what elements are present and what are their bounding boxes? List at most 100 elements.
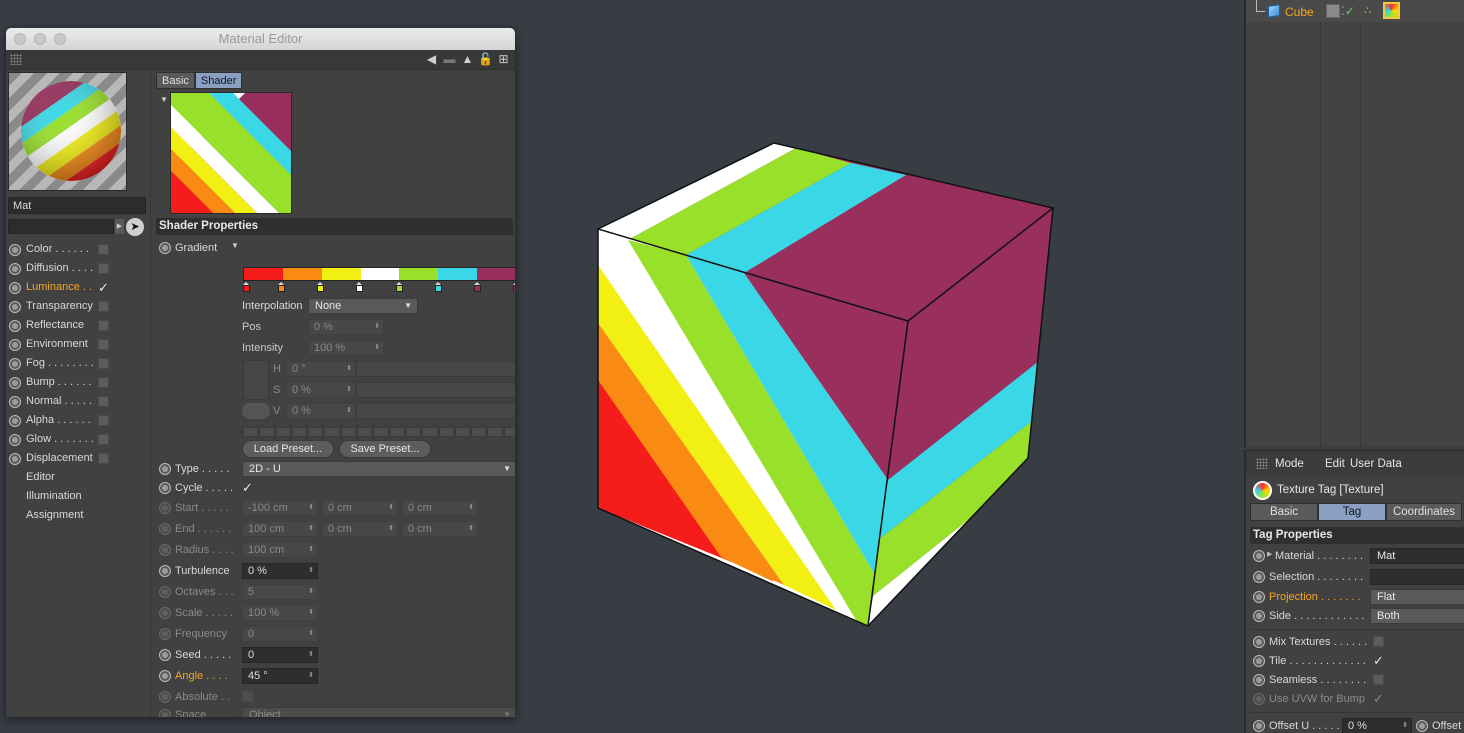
gradient-knot[interactable]	[395, 282, 403, 292]
material-preview[interactable]	[8, 72, 127, 191]
material-name-field[interactable]: Mat	[8, 197, 146, 214]
v-field[interactable]: 0 % ⬍	[286, 403, 356, 419]
selection-field[interactable]	[1370, 569, 1464, 585]
frequency-field[interactable]: 0 ⬍	[242, 626, 318, 642]
intensity-field[interactable]: 100 % ⬍	[308, 340, 384, 356]
mix-textures-keyframe-radio[interactable]	[1253, 636, 1265, 648]
offset-u-field[interactable]: 0 % ⬍	[1342, 718, 1412, 733]
projection-dropdown[interactable]: Flat	[1370, 589, 1464, 605]
cursor-arrow-icon[interactable]: ▲	[460, 52, 475, 67]
frequency-keyframe-radio[interactable]	[159, 628, 171, 640]
visibility-check-icon[interactable]: ⁚✓	[1341, 4, 1355, 18]
forward-arrow-icon[interactable]: ▬	[442, 52, 457, 67]
octaves-keyframe-radio[interactable]	[159, 586, 171, 598]
s-field[interactable]: 0 % ⬍	[286, 382, 356, 398]
channel-item[interactable]: Reflectance	[6, 317, 151, 336]
channel-checkbox[interactable]	[98, 434, 109, 445]
start-z-field[interactable]: 0 cm ⬍	[402, 500, 478, 516]
color-swatch-cell[interactable]	[454, 427, 471, 437]
start-y-field[interactable]: 0 cm ⬍	[322, 500, 398, 516]
color-swatch-cell[interactable]	[340, 427, 357, 437]
absolute-checkbox[interactable]	[242, 691, 253, 702]
space-dropdown[interactable]: Object ▼	[242, 707, 515, 717]
channel-checkbox[interactable]	[98, 453, 109, 464]
tile-keyframe-radio[interactable]	[1253, 655, 1265, 667]
gradient-knot[interactable]	[356, 282, 364, 292]
gradient-knot[interactable]	[243, 282, 250, 292]
load-preset-button[interactable]: Load Preset...	[242, 440, 334, 458]
gradient-knot[interactable]	[434, 282, 442, 292]
object-name[interactable]: Cube	[1285, 5, 1314, 19]
color-swatch-cell[interactable]	[357, 427, 373, 437]
channel-checkbox[interactable]	[98, 244, 109, 255]
color-swatch-cell[interactable]	[259, 427, 275, 437]
end-z-field[interactable]: 0 cm ⬍	[402, 521, 478, 537]
channel-item[interactable]: Glow . . . . . . .	[6, 431, 151, 450]
color-swatch-cell[interactable]	[389, 427, 405, 437]
tab-tag[interactable]: Tag	[1318, 503, 1386, 521]
color-swatch-cell[interactable]	[422, 427, 438, 437]
offset-u-keyframe-radio[interactable]	[1253, 720, 1265, 732]
type-keyframe-radio[interactable]	[159, 463, 171, 475]
channel-item[interactable]: Environment	[6, 336, 151, 355]
seamless-checkbox[interactable]	[1373, 674, 1384, 685]
save-preset-button[interactable]: Save Preset...	[339, 440, 431, 458]
grip-icon[interactable]	[10, 54, 22, 65]
end-x-field[interactable]: 100 cm ⬍	[242, 521, 318, 537]
channel-item[interactable]: Transparency	[6, 298, 151, 317]
radius-field[interactable]: 100 cm ⬍	[242, 542, 318, 558]
scale-field[interactable]: 100 % ⬍	[242, 605, 318, 621]
new-panel-icon[interactable]: ⊞	[496, 52, 511, 67]
side-keyframe-radio[interactable]	[1253, 610, 1265, 622]
channel-checkbox[interactable]	[98, 415, 109, 426]
channel-radio[interactable]	[9, 434, 21, 446]
mix-textures-checkbox[interactable]	[1373, 636, 1384, 647]
channel-checkbox[interactable]	[98, 377, 109, 388]
texture-tag-icon[interactable]	[1383, 2, 1400, 19]
turbulence-field[interactable]: 0 % ⬍	[242, 563, 318, 579]
scale-keyframe-radio[interactable]	[159, 607, 171, 619]
channel-checkbox[interactable]	[98, 339, 109, 350]
menu-user-data[interactable]: User Data	[1350, 458, 1402, 470]
channel-radio[interactable]	[9, 453, 21, 465]
s-slider[interactable]	[356, 382, 515, 398]
color-swatch-cell[interactable]	[243, 427, 259, 437]
channel-item[interactable]: Color . . . . . .	[6, 241, 151, 260]
color-swatch-cell[interactable]	[373, 427, 389, 437]
editor-section-item[interactable]: Assignment	[6, 507, 151, 526]
h-field[interactable]: 0 ° ⬍	[286, 361, 356, 377]
material-link-field[interactable]: Mat	[1370, 548, 1464, 564]
zoom-button[interactable]	[54, 33, 66, 45]
color-swatch-cell[interactable]	[471, 427, 487, 437]
menu-mode[interactable]: Mode	[1275, 458, 1304, 470]
h-slider[interactable]	[356, 361, 515, 377]
octaves-field[interactable]: 5 ⬍	[242, 584, 318, 600]
angle-keyframe-radio[interactable]	[159, 670, 171, 682]
color-swatch-cell[interactable]	[487, 427, 503, 437]
absolute-keyframe-radio[interactable]	[159, 691, 171, 703]
v-slider[interactable]	[356, 403, 515, 419]
channel-checkbox[interactable]	[98, 320, 109, 331]
material-keyframe-radio[interactable]	[1253, 550, 1265, 562]
radius-keyframe-radio[interactable]	[159, 544, 171, 556]
channel-radio[interactable]	[9, 339, 21, 351]
projection-keyframe-radio[interactable]	[1253, 591, 1265, 603]
channel-checkbox[interactable]: ✓	[98, 281, 109, 294]
side-dropdown[interactable]: Both	[1370, 608, 1464, 624]
channel-radio[interactable]	[9, 377, 21, 389]
channel-item[interactable]: Diffusion . . . .	[6, 260, 151, 279]
color-swatch-cell[interactable]	[405, 427, 422, 437]
uvw-bump-checkbox[interactable]: ✓	[1373, 692, 1384, 705]
gradient-expand-icon[interactable]: ▼	[231, 241, 239, 250]
channel-radio[interactable]	[9, 320, 21, 332]
interpolation-dropdown[interactable]: None ▼	[308, 298, 418, 314]
tile-checkbox[interactable]: ✓	[1373, 654, 1384, 667]
uvw-bump-keyframe-radio[interactable]	[1253, 693, 1265, 705]
color-swatch-cell[interactable]	[275, 427, 291, 437]
gradient-knot[interactable]	[513, 282, 515, 292]
tab-coordinates[interactable]: Coordinates	[1386, 503, 1462, 521]
tab-basic[interactable]: Basic	[156, 72, 195, 89]
channel-radio[interactable]	[9, 358, 21, 370]
phong-tag-icon[interactable]: ∴	[1364, 4, 1378, 18]
channel-radio[interactable]	[9, 415, 21, 427]
